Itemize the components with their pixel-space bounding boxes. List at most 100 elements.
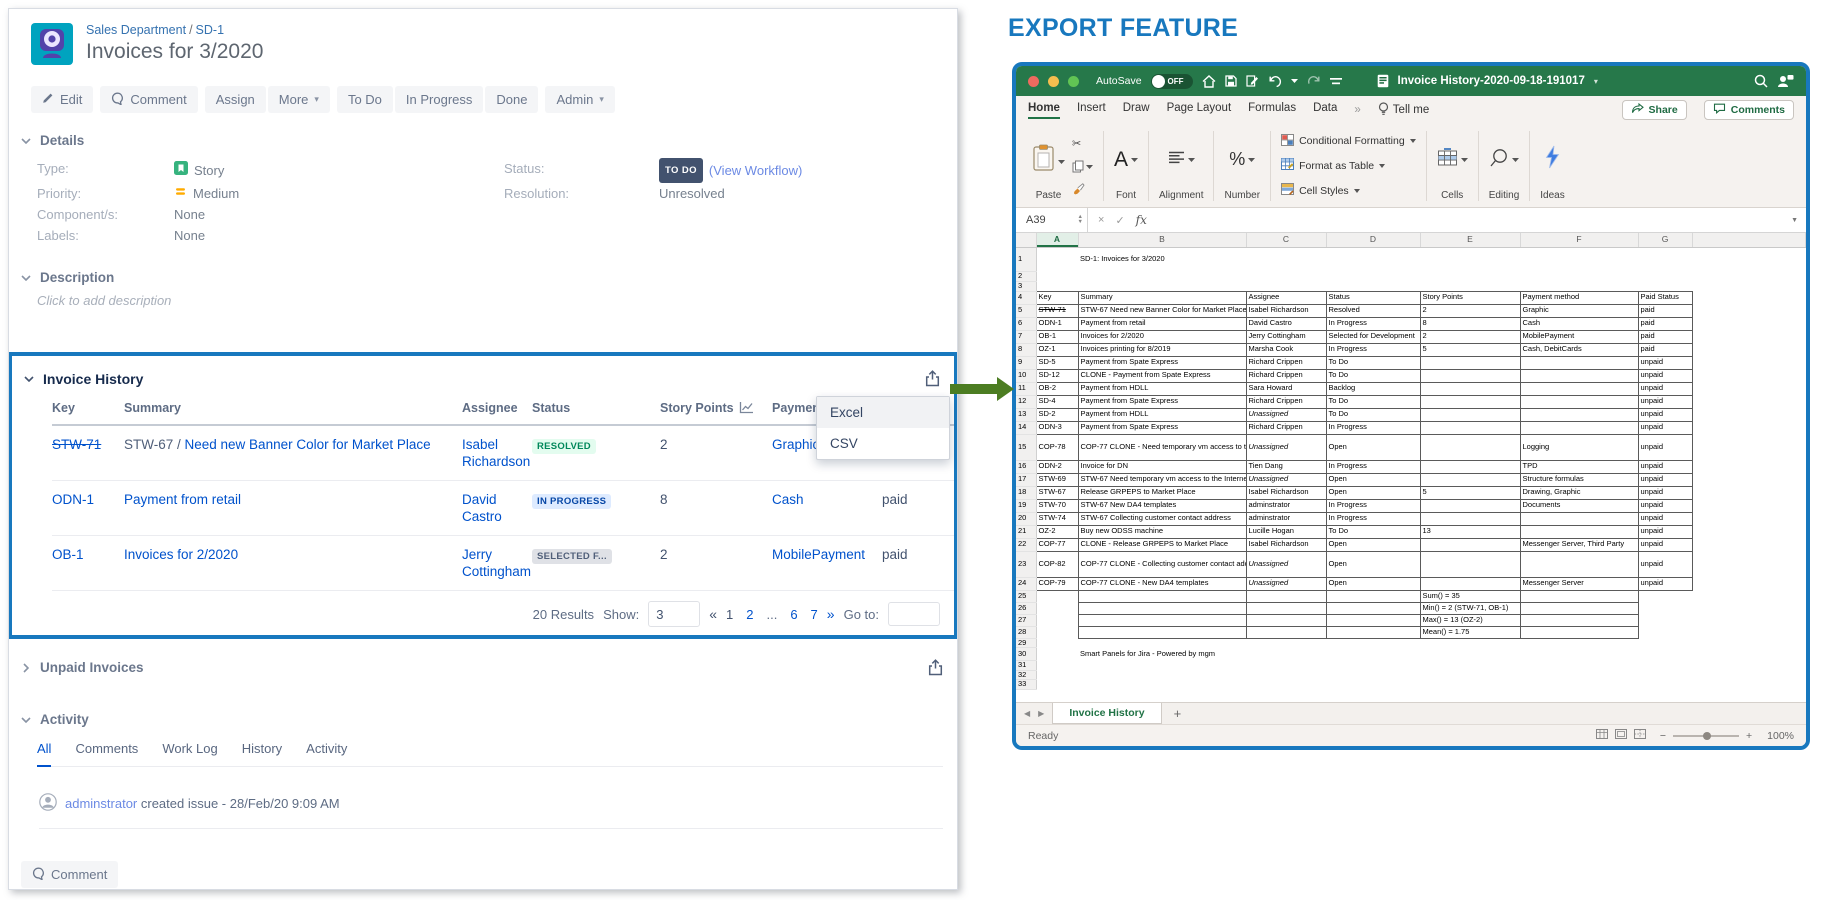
cell-status[interactable]: To Do	[1326, 525, 1420, 538]
cell-assignee[interactable]: Jerry Cottingham	[1246, 330, 1326, 343]
cell-points[interactable]	[1420, 382, 1520, 395]
cell[interactable]	[1246, 638, 1326, 648]
toolbar-button-edit[interactable]: Edit	[31, 86, 93, 113]
row-header-32[interactable]: 32	[1016, 670, 1036, 680]
cell-status[interactable]: To Do	[1326, 356, 1420, 369]
cell-points[interactable]: 5	[1420, 486, 1520, 499]
undo-icon[interactable]	[1268, 75, 1282, 87]
cell[interactable]	[1420, 638, 1520, 648]
cell-payment[interactable]: Cash	[1520, 317, 1638, 330]
cell[interactable]	[1520, 626, 1638, 638]
cell-summary[interactable]: STW-67 Need temporary vm access to the I…	[1078, 473, 1246, 486]
cell-summary[interactable]: Payment from Spate Express	[1078, 421, 1246, 434]
cell[interactable]	[1246, 670, 1326, 680]
toolbar-button-comment[interactable]: Comment	[100, 86, 197, 113]
cell-key[interactable]: COP-79	[1036, 577, 1078, 590]
activity-tab-all[interactable]: All	[37, 741, 51, 767]
cell-status[interactable]: In Progress	[1326, 343, 1420, 356]
cell-paid[interactable]: unpaid	[1638, 577, 1692, 590]
cell[interactable]	[1326, 626, 1420, 638]
summary-link[interactable]: Need new Banner Color for Market Place	[185, 437, 431, 452]
cell-key[interactable]: SD-2	[1036, 408, 1078, 421]
workbook-title[interactable]: Invoice History-2020-09-18-191017	[1398, 75, 1585, 87]
view-workflow-link[interactable]: (View Workflow)	[709, 160, 802, 181]
description-placeholder[interactable]: Click to add description	[37, 293, 957, 308]
cell-paid[interactable]: unpaid	[1638, 551, 1692, 577]
payment-link[interactable]: Cash	[772, 492, 804, 507]
cell[interactable]	[1078, 626, 1246, 638]
copy-icon[interactable]	[1072, 160, 1093, 173]
cell[interactable]	[1246, 661, 1326, 671]
search-icon[interactable]	[1754, 74, 1768, 88]
cell-key[interactable]: COP-78	[1036, 434, 1078, 460]
cell-key[interactable]: ODN-2	[1036, 460, 1078, 473]
cell-points[interactable]	[1420, 512, 1520, 525]
cell-points[interactable]	[1420, 356, 1520, 369]
header-cell[interactable]: Assignee	[1246, 291, 1326, 304]
cell[interactable]	[1520, 271, 1638, 281]
activity-tab-comments[interactable]: Comments	[75, 741, 138, 757]
cell-assignee[interactable]: Richard Crippen	[1246, 421, 1326, 434]
cell-summary[interactable]: COP-77 CLONE - New DA4 templates	[1078, 577, 1246, 590]
activity-tab-activity[interactable]: Activity	[306, 741, 347, 757]
row-header-10[interactable]: 10	[1016, 369, 1036, 382]
cell-points[interactable]: 2	[1420, 304, 1520, 317]
ribbon-tab-draw[interactable]: Draw	[1123, 102, 1150, 119]
cell[interactable]	[1420, 680, 1520, 690]
save-icon[interactable]	[1225, 75, 1237, 87]
cell-points[interactable]: 13	[1420, 525, 1520, 538]
cell-assignee[interactable]: Unassigned	[1246, 577, 1326, 590]
cell[interactable]	[1326, 661, 1420, 671]
number-group[interactable]: % Number	[1214, 127, 1270, 205]
toolbar-button-assign[interactable]: Assign	[205, 86, 266, 113]
cell[interactable]	[1078, 281, 1246, 291]
cell-payment[interactable]	[1520, 421, 1638, 434]
cell-points[interactable]: 2	[1420, 330, 1520, 343]
cell-summary[interactable]: STW-67 Need new Banner Color for Market …	[1078, 304, 1246, 317]
cell-points[interactable]	[1420, 499, 1520, 512]
cell-paid[interactable]: paid	[1638, 343, 1692, 356]
sheet-title-cell[interactable]: SD-1: Invoices for 3/2020	[1078, 247, 1692, 271]
format-painter-icon[interactable]	[1072, 183, 1093, 195]
toolbar-button-more[interactable]: More▾	[268, 86, 330, 113]
cell-status[interactable]: In Progress	[1326, 421, 1420, 434]
cell-assignee[interactable]: adminstrator	[1246, 499, 1326, 512]
cell[interactable]	[1520, 680, 1638, 690]
cell-points[interactable]	[1420, 460, 1520, 473]
cell-assignee[interactable]: Unassigned	[1246, 551, 1326, 577]
cell-points[interactable]	[1420, 408, 1520, 421]
row-header-23[interactable]: 23	[1016, 551, 1036, 577]
column-header-G[interactable]: G	[1638, 233, 1692, 247]
row-header-3[interactable]: 3	[1016, 281, 1036, 291]
font-group[interactable]: A Font	[1104, 127, 1148, 205]
cell-paid[interactable]: unpaid	[1638, 421, 1692, 434]
cell[interactable]	[1420, 670, 1520, 680]
issue-key-link[interactable]: STW-71	[52, 437, 101, 452]
cell-points[interactable]	[1420, 395, 1520, 408]
ribbon-tab-insert[interactable]: Insert	[1077, 102, 1106, 119]
cell-key[interactable]: SD-12	[1036, 369, 1078, 382]
cell-paid[interactable]: paid	[1638, 330, 1692, 343]
cell-payment[interactable]: Drawing, Graphic	[1520, 486, 1638, 499]
cell-payment[interactable]: TPD	[1520, 460, 1638, 473]
toolbar-button-done[interactable]: Done	[485, 86, 538, 113]
conditional-formatting-button[interactable]: Conditional Formatting	[1281, 133, 1416, 150]
row-header-6[interactable]: 6	[1016, 317, 1036, 330]
show-input[interactable]	[648, 601, 700, 627]
cell[interactable]	[1078, 670, 1246, 680]
cell[interactable]	[1638, 271, 1692, 281]
cell[interactable]	[1036, 648, 1078, 661]
cell-payment[interactable]	[1520, 382, 1638, 395]
add-sheet-button[interactable]: +	[1174, 706, 1182, 721]
cell-summary[interactable]: CLONE - Release GRPEPS to Market Place	[1078, 538, 1246, 551]
row-header-5[interactable]: 5	[1016, 304, 1036, 317]
cell[interactable]	[1638, 281, 1692, 291]
pagination-page-2[interactable]: 2	[746, 607, 753, 622]
toolbar-button-in-progress[interactable]: In Progress	[395, 86, 483, 113]
cell-key[interactable]: STW-70	[1036, 499, 1078, 512]
cell-payment[interactable]: Messenger Server, Third Party	[1520, 538, 1638, 551]
cell[interactable]	[1246, 281, 1326, 291]
cell-key[interactable]: OB-2	[1036, 382, 1078, 395]
cell[interactable]	[1520, 281, 1638, 291]
cell-assignee[interactable]: Marsha Cook	[1246, 343, 1326, 356]
